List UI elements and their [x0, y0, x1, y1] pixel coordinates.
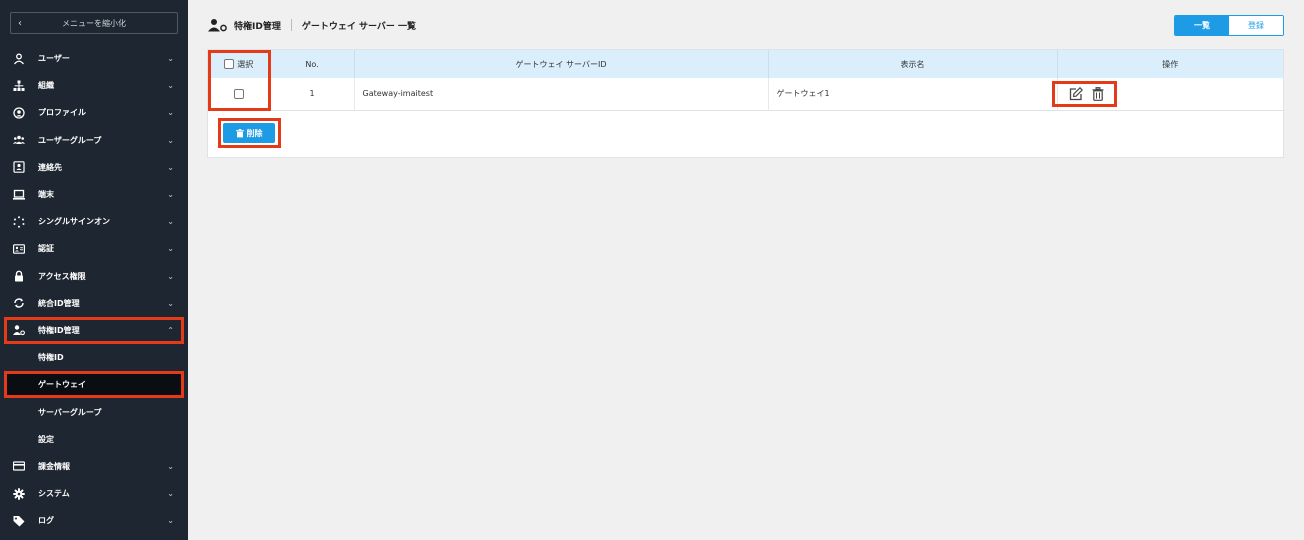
- sidebar-item-label: ユーザーグループ: [38, 135, 102, 145]
- sidebar-subitem-privileged-id[interactable]: 特権ID: [0, 344, 188, 371]
- sidebar-subitem-label: 設定: [38, 434, 54, 444]
- sidebar-item-billing[interactable]: 課金情報 ⌄: [0, 453, 188, 480]
- breadcrumb-section: 特権ID管理: [234, 21, 281, 32]
- sidebar-item-device[interactable]: 端末 ⌄: [0, 181, 188, 208]
- sidebar-item-label: アクセス権限: [38, 271, 86, 281]
- edit-icon[interactable]: [1068, 86, 1084, 102]
- row-checkbox[interactable]: [233, 88, 244, 99]
- sidebar-item-label: 認証: [38, 244, 54, 254]
- users-group-icon: [12, 133, 26, 147]
- column-gateway-id: ゲートウェイ サーバーID: [354, 50, 769, 78]
- sidebar-item-label: 組織: [38, 81, 54, 91]
- chevron-down-icon: ⌄: [167, 244, 174, 254]
- sidebar-item-system[interactable]: システム ⌄: [0, 480, 188, 507]
- sidebar-subitem-server-group[interactable]: サーバーグループ: [0, 398, 188, 425]
- collapse-menu-button[interactable]: ‹ メニューを縮小化: [10, 12, 178, 34]
- lock-icon: [12, 269, 26, 283]
- trash-icon[interactable]: [1090, 86, 1106, 102]
- billing-icon: [12, 459, 26, 473]
- sidebar-item-label: プロファイル: [38, 108, 86, 118]
- column-select-label: 選択: [237, 59, 254, 69]
- sidebar-item-profile[interactable]: プロファイル ⌄: [0, 99, 188, 126]
- sidebar-item-integrated-id[interactable]: 統合ID管理 ⌄: [0, 290, 188, 317]
- id-card-icon: [12, 242, 26, 256]
- delete-button[interactable]: 削除: [223, 123, 275, 143]
- column-display-name: 表示名: [768, 50, 1058, 78]
- chevron-down-icon: ⌄: [167, 162, 174, 172]
- sidebar-item-log[interactable]: ログ ⌄: [0, 507, 188, 534]
- sidebar-subitem-gateway[interactable]: ゲートウェイ: [4, 371, 184, 399]
- list-view-button[interactable]: 一覧: [1175, 16, 1229, 35]
- laptop-icon: [12, 188, 26, 202]
- sso-icon: [12, 215, 26, 229]
- sidebar-item-label: ユーザー: [38, 54, 70, 64]
- gateway-table: 選択 No. ゲートウェイ サーバーID 表示名 操作 1 Gateway-im…: [208, 50, 1283, 111]
- sidebar-item-label: 端末: [38, 190, 54, 200]
- chevron-down-icon: ⌄: [167, 108, 174, 118]
- table-header-row: 選択 No. ゲートウェイ サーバーID 表示名 操作: [208, 50, 1283, 78]
- breadcrumb: 特権ID管理 ゲートウェイ サーバー 一覧: [208, 14, 416, 36]
- sidebar: ‹ メニューを縮小化 ユーザー ⌄ 組織 ⌄ プロファイル ⌄ ユーザーグループ…: [0, 0, 188, 540]
- sidebar-item-user[interactable]: ユーザー ⌄: [0, 45, 188, 72]
- chevron-down-icon: ⌄: [167, 516, 174, 526]
- page-title: ゲートウェイ サーバー 一覧: [301, 21, 417, 32]
- sidebar-item-label: シングルサインオン: [38, 217, 110, 227]
- sidebar-item-label: 統合ID管理: [38, 298, 80, 308]
- column-select: 選択: [208, 50, 271, 78]
- sidebar-item-access[interactable]: アクセス権限 ⌄: [0, 263, 188, 290]
- collapse-menu-label: メニューを縮小化: [62, 18, 126, 28]
- chevron-left-icon: ‹: [18, 17, 22, 29]
- view-toggle: 一覧 登録: [1174, 15, 1284, 36]
- sidebar-item-sso[interactable]: シングルサインオン ⌄: [0, 208, 188, 235]
- row-gateway-id: Gateway-imaitest: [354, 78, 769, 110]
- column-no: No.: [270, 50, 355, 78]
- gear-icon: [12, 487, 26, 501]
- sync-icon: [12, 296, 26, 310]
- chevron-down-icon: ⌄: [167, 461, 174, 471]
- breadcrumb-separator: [290, 19, 292, 31]
- sidebar-item-label: 特権ID管理: [38, 325, 80, 335]
- sidebar-subitem-label: ゲートウェイ: [38, 380, 86, 390]
- sidebar-item-privileged-id[interactable]: 特権ID管理 ⌃: [4, 316, 184, 345]
- column-actions: 操作: [1162, 59, 1179, 69]
- privileged-user-icon: [12, 323, 26, 337]
- tag-icon: [12, 514, 26, 528]
- sidebar-item-org[interactable]: 組織 ⌄: [0, 72, 188, 99]
- chevron-down-icon: ⌄: [167, 298, 174, 308]
- user-icon: [12, 52, 26, 66]
- register-button[interactable]: 登録: [1229, 16, 1283, 35]
- privileged-user-icon: [208, 19, 227, 32]
- sidebar-item-contact[interactable]: 連絡先 ⌄: [0, 154, 188, 181]
- sidebar-subitem-settings[interactable]: 設定: [0, 426, 188, 453]
- sidebar-item-label: 課金情報: [38, 461, 70, 471]
- sidebar-subitem-label: サーバーグループ: [38, 407, 102, 417]
- row-no: 1: [270, 78, 355, 110]
- chevron-down-icon: ⌄: [167, 217, 174, 227]
- sidebar-nav: ユーザー ⌄ 組織 ⌄ プロファイル ⌄ ユーザーグループ ⌄ 連絡先 ⌄ 端末…: [0, 45, 188, 534]
- chevron-down-icon: ⌄: [167, 135, 174, 145]
- chevron-up-icon: ⌃: [167, 325, 174, 335]
- chevron-down-icon: ⌄: [167, 81, 174, 91]
- table-row: 1 Gateway-imaitest ゲートウェイ1: [208, 78, 1283, 110]
- contact-icon: [12, 160, 26, 174]
- row-select-cell: [208, 78, 271, 110]
- sidebar-subitem-label: 特権ID: [38, 353, 64, 363]
- sidebar-item-auth[interactable]: 認証 ⌄: [0, 235, 188, 262]
- chevron-down-icon: ⌄: [167, 54, 174, 64]
- sidebar-item-label: システム: [38, 489, 70, 499]
- select-all-checkbox[interactable]: [224, 59, 235, 69]
- gateway-list-panel: 選択 No. ゲートウェイ サーバーID 表示名 操作 1 Gateway-im…: [207, 49, 1284, 158]
- sidebar-item-label: ログ: [38, 516, 54, 526]
- trash-icon: [235, 128, 244, 137]
- sidebar-item-user-group[interactable]: ユーザーグループ ⌄: [0, 127, 188, 154]
- chevron-down-icon: ⌄: [167, 190, 174, 200]
- row-display-name: ゲートウェイ1: [768, 78, 1058, 110]
- chevron-down-icon: ⌄: [167, 489, 174, 499]
- sidebar-item-label: 連絡先: [38, 162, 62, 172]
- delete-button-label: 削除: [246, 128, 263, 138]
- org-icon: [12, 79, 26, 93]
- row-actions: [1057, 78, 1283, 110]
- profile-icon: [12, 106, 26, 120]
- chevron-down-icon: ⌄: [167, 271, 174, 281]
